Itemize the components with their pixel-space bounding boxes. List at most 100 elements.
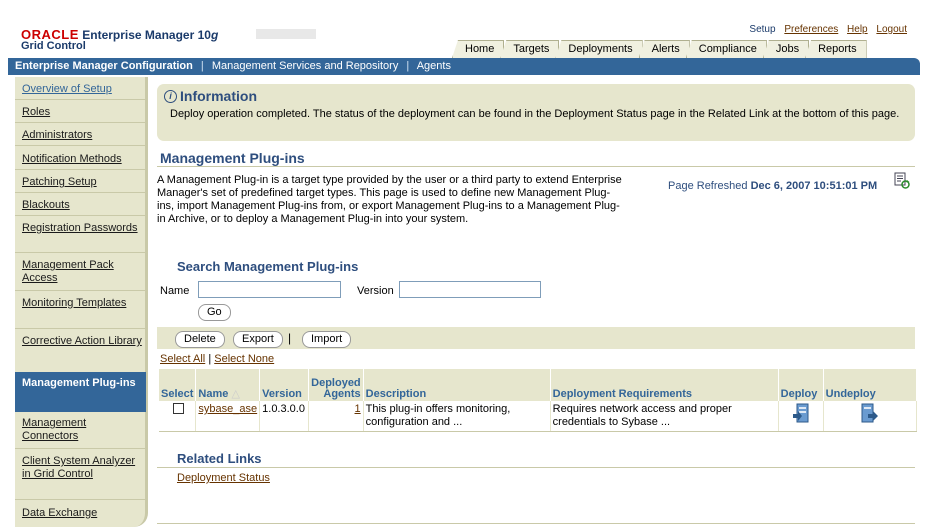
column-description: Description [363,369,551,401]
sidebar-item-management-plug-ins[interactable]: Management Plug-ins [22,377,142,389]
search-section-title: Search Management Plug-ins [177,259,359,274]
deployed-agents-cell: 1 [308,401,364,432]
tab-deployments[interactable]: Deployments [555,40,643,58]
product-name: Enterprise Manager 10 [82,28,211,42]
nav-current: Enterprise Manager Configuration [15,60,193,72]
name-search-input[interactable] [198,281,341,298]
sidebar-item-management-connectors[interactable]: Management Connectors [22,417,142,443]
plug-ins-table: Select Name △ Version Deployed Agents Des… [159,369,918,432]
nav-management-services[interactable]: Management Services and Repository [212,60,398,72]
selection-links: Select All | Select None [160,353,274,365]
sort-ascending-icon: △ [231,388,240,400]
column-name[interactable]: Name △ [195,369,261,401]
sidebar-item-client-system-analyzer[interactable]: Client System Analyzer in Grid Control [22,455,142,481]
related-links: Deployment Status [177,472,270,484]
divider [157,523,915,524]
header-decoration [256,29,316,39]
divider [15,499,145,500]
page-refreshed: Page Refreshed Dec 6, 2007 10:51:01 PM [668,180,877,192]
information-title: i Information [164,88,257,104]
page-description: A Management Plug-in is a target type pr… [157,174,622,225]
sidebar-item-patching-setup[interactable]: Patching Setup [22,176,142,189]
sidebar-item-roles[interactable]: Roles [22,106,142,119]
delete-button[interactable]: Delete [175,331,225,348]
deploy-icon[interactable] [792,403,810,425]
tab-home[interactable]: Home [452,40,505,58]
divider [15,122,145,123]
column-undeploy: Undeploy [823,369,918,401]
help-link[interactable]: Help [847,24,868,35]
column-name-label: Name [198,388,229,400]
undeploy-icon[interactable] [861,403,879,425]
nav-agents[interactable]: Agents [417,60,451,72]
main-tabs: Home Targets Deployments Alerts Complian… [452,40,867,58]
divider [15,328,145,329]
divider [15,169,145,170]
column-select: Select [159,369,197,401]
divider [157,467,915,468]
toolbar-separator: | [288,331,292,345]
divider [15,145,145,146]
column-deployment-requirements: Deployment Requirements [550,369,779,401]
sidebar-item-monitoring-templates[interactable]: Monitoring Templates [22,297,142,310]
deploy-cell [778,401,824,432]
column-deployed-agents: Deployed Agents [308,369,364,401]
product-version-letter: g [210,28,219,42]
setup-link[interactable]: Setup [749,24,775,35]
refresh-icon[interactable] [894,172,910,189]
preferences-link[interactable]: Preferences [784,24,838,35]
plug-in-description: This plug-in offers monitoring, configur… [363,401,551,432]
sub-navigation-bar: Enterprise Manager Configuration | Manag… [8,58,920,75]
deployed-agents-link[interactable]: 1 [355,403,361,415]
tab-jobs[interactable]: Jobs [762,40,810,58]
version-label: Version [357,285,394,297]
divider [15,192,145,193]
sidebar-item-management-pack-access[interactable]: Management Pack Access [22,259,142,285]
export-button[interactable]: Export [233,331,283,348]
plug-in-requirements: Requires network access and proper crede… [550,401,779,432]
plug-in-name-link[interactable]: sybase_ase [198,403,257,415]
divider [157,166,915,167]
nav-separator: | [200,60,204,72]
sidebar-item-corrective-action-library[interactable]: Corrective Action Library [22,335,142,348]
table-header-row: Select Name △ Version Deployed Agents Des… [159,369,918,401]
nav-separator: | [406,60,410,72]
sidebar-item-registration-passwords[interactable]: Registration Passwords [22,222,142,235]
sidebar-item-overview[interactable]: Overview of Setup [22,83,142,96]
logo-subtitle: Grid Control [21,40,86,52]
tab-compliance[interactable]: Compliance [685,40,767,58]
info-icon: i [164,89,177,103]
select-none-link[interactable]: Select None [214,353,274,365]
divider [15,215,145,216]
column-version: Version [259,369,310,401]
table-row: sybase_ase 1.0.3.0.0 1 This plug-in offe… [159,401,918,432]
row-select-cell [159,401,197,432]
sidebar-item-notification-methods[interactable]: Notification Methods [22,153,142,166]
divider [15,99,145,100]
logout-link[interactable]: Logout [876,24,907,35]
version-search-input[interactable] [399,281,541,298]
select-all-link[interactable]: Select All [160,353,205,365]
tab-targets[interactable]: Targets [500,40,560,58]
sidebar-item-blackouts[interactable]: Blackouts [22,199,142,212]
tab-reports[interactable]: Reports [805,40,867,58]
sidebar-item-administrators[interactable]: Administrators [22,129,142,142]
page-refreshed-time: Dec 6, 2007 10:51:01 PM [750,180,878,192]
divider [15,448,145,449]
related-links-title: Related Links [177,451,262,466]
page-refreshed-label: Page Refreshed [668,180,748,192]
deployment-status-link[interactable]: Deployment Status [177,472,270,484]
information-box: i Information Deploy operation completed… [157,84,915,141]
go-button[interactable]: Go [198,304,231,321]
column-deploy: Deploy [778,369,824,401]
row-checkbox[interactable] [173,403,184,414]
import-button[interactable]: Import [302,331,352,348]
tab-alerts[interactable]: Alerts [638,40,690,58]
page-title: Management Plug-ins [160,150,305,166]
sidebar-item-data-exchange[interactable]: Data Exchange [22,507,142,520]
divider [15,252,145,253]
global-links: Setup Preferences Help Logout [743,24,907,35]
plug-in-name-cell: sybase_ase [195,401,261,432]
undeploy-cell [823,401,918,432]
name-label: Name [160,285,190,297]
